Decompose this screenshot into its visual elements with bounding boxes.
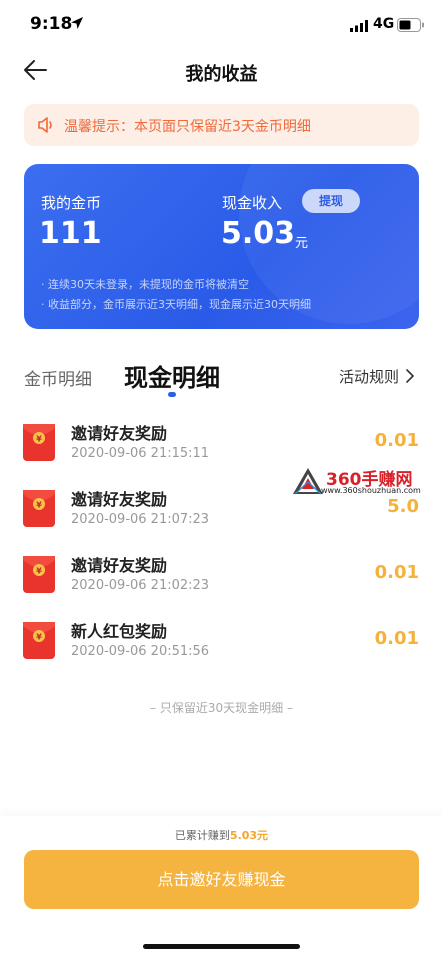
activity-rules-link[interactable]: 活动规则 — [339, 366, 399, 387]
list-item: ¥ 新人红包奖励 2020-09-06 20:51:56 0.01 — [0, 616, 443, 676]
record-title: 邀请好友奖励 — [71, 490, 168, 509]
nav-bar: 我的收益 — [0, 52, 443, 92]
total-earned: 已累计赚到5.03元 — [0, 827, 443, 843]
coin-label: 我的金币 — [41, 194, 102, 212]
card-note-range: · 收益部分，金币展示近3天明细，现金展示近30天明细 — [41, 298, 311, 311]
coin-value: 111 — [39, 216, 102, 251]
record-amount: 0.01 — [374, 628, 419, 649]
signal-icon — [350, 20, 368, 32]
red-envelope-icon: ¥ — [23, 490, 55, 527]
list-footer: – 只保留近30天现金明细 – — [150, 701, 293, 715]
record-title: 邀请好友奖励 — [71, 556, 168, 575]
watermark-url: www.360shouzhuan.com — [321, 486, 421, 495]
tab-active-indicator — [168, 392, 176, 397]
notice-banner: 温馨提示：本页面只保留近3天金币明细 — [24, 104, 419, 146]
record-title: 新人红包奖励 — [71, 622, 168, 641]
svg-text:¥: ¥ — [36, 567, 42, 576]
network-label: 4G — [373, 16, 395, 32]
home-indicator — [143, 944, 300, 949]
cash-value: 5.03 — [221, 216, 296, 251]
list-item: ¥ 邀请好友奖励 2020-09-06 21:02:23 0.01 — [0, 550, 443, 610]
battery-icon — [397, 18, 424, 32]
card-note-inactivity: · 连续30天未登录，未提现的金币将被清空 — [41, 278, 249, 291]
record-time: 2020-09-06 21:02:23 — [71, 578, 210, 593]
svg-text:¥: ¥ — [36, 435, 42, 444]
location-arrow-icon — [71, 17, 83, 29]
red-envelope-icon: ¥ — [23, 622, 55, 659]
status-time: 9:18 — [30, 14, 73, 34]
total-earned-amount: 5.03元 — [229, 829, 269, 842]
watermark: 360手赚网 www.360shouzhuan.com — [292, 465, 440, 497]
cash-label: 现金收入 — [222, 194, 283, 212]
record-time: 2020-09-06 21:07:23 — [71, 512, 210, 527]
status-bar: 9:18 4G — [0, 0, 443, 52]
red-envelope-icon: ¥ — [23, 424, 55, 461]
withdraw-button[interactable]: 提现 — [302, 189, 360, 213]
total-earned-label: 已累计赚到 — [174, 829, 230, 842]
detail-tabs: 金币明细 现金明细 活动规则 — [0, 355, 443, 400]
earnings-page: 9:18 4G 我的收益 温馨提示：本页面只保留近3天金币明细 我的金币 111… — [0, 0, 443, 960]
record-amount: 5.0 — [387, 496, 419, 517]
speaker-icon — [38, 117, 52, 133]
tab-coin-details[interactable]: 金币明细 — [24, 365, 92, 390]
record-title: 邀请好友奖励 — [71, 424, 168, 443]
red-envelope-icon: ¥ — [23, 556, 55, 593]
cash-unit: 元 — [295, 236, 309, 251]
tab-cash-details[interactable]: 现金明细 — [124, 358, 220, 393]
watermark-logo-icon — [293, 468, 323, 495]
record-amount: 0.01 — [374, 430, 419, 451]
invite-friends-button[interactable]: 点击邀好友赚现金 — [24, 850, 419, 909]
record-time: 2020-09-06 20:51:56 — [71, 644, 210, 659]
record-amount: 0.01 — [374, 562, 419, 583]
svg-text:¥: ¥ — [36, 501, 42, 510]
record-time: 2020-09-06 21:15:11 — [71, 446, 210, 461]
balance-card: 我的金币 111 现金收入 提现 5.03 元 · 连续30天未登录，未提现的金… — [24, 164, 419, 329]
page-title: 我的收益 — [185, 64, 258, 85]
notice-text: 温馨提示：本页面只保留近3天金币明细 — [64, 119, 311, 135]
svg-text:¥: ¥ — [36, 633, 42, 642]
chevron-right-icon[interactable] — [404, 369, 416, 383]
